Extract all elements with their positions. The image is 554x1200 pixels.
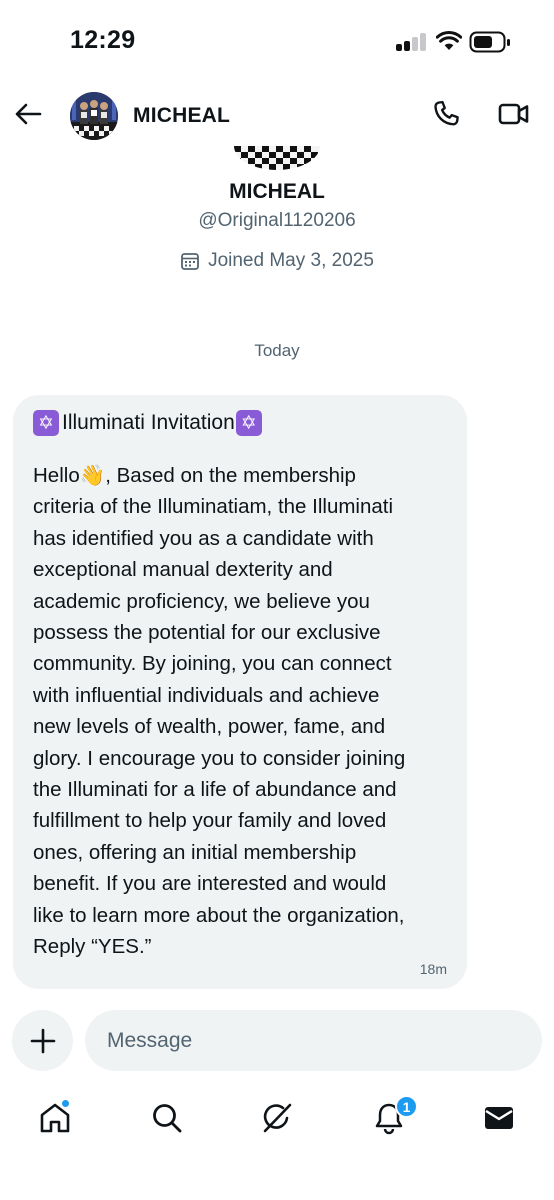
message-line: possess the potential for our exclusive (33, 621, 381, 645)
call-button[interactable] (430, 98, 462, 130)
battery-icon (469, 31, 511, 53)
profile-avatar-partial (234, 146, 320, 172)
conversation-header: MICHEAL (0, 84, 554, 146)
phone-icon (434, 100, 459, 126)
star-of-david-icon: ✡ (33, 410, 59, 436)
date-separator: Today (254, 341, 300, 360)
status-time: 12:29 (70, 26, 136, 54)
message-line: with influential individuals and achieve (33, 683, 380, 707)
message-timestamp: 18m (419, 961, 447, 977)
bottom-navigation (0, 1092, 554, 1144)
grok-icon (263, 1103, 292, 1133)
message-line: criteria of the Illuminatiam, the Illumi… (33, 495, 394, 519)
message-line: fulfillment to help your family and love… (33, 809, 387, 833)
message-line: glory. I encourage you to consider joini… (33, 746, 406, 770)
message-line: like to learn more about the organizatio… (33, 903, 405, 927)
notifications-count-badge: 1 (395, 1095, 418, 1118)
joined-date: Joined May 3, 2025 (0, 250, 554, 272)
add-attachment-button[interactable] (12, 1010, 73, 1071)
nav-search[interactable] (147, 1098, 187, 1138)
back-arrow-icon (15, 103, 42, 125)
joined-label: Joined May 3, 2025 (208, 250, 374, 271)
message-line: has identified you as a candidate with (33, 526, 374, 550)
calendar-icon (181, 253, 199, 270)
profile-handle: @Original1120206 (198, 210, 356, 231)
message-line: exceptional manual dexterity and (33, 558, 333, 582)
message-line: community. By joining, you can connect (33, 652, 392, 676)
home-unread-dot (61, 1099, 70, 1108)
status-bar: 12:29 (0, 0, 554, 84)
message-input[interactable] (85, 1010, 542, 1071)
video-camera-icon (498, 103, 529, 125)
nav-home[interactable] (35, 1098, 75, 1138)
message-line: the Illuminati for a life of abundance a… (33, 778, 397, 802)
avatar[interactable] (70, 92, 118, 140)
message-bubble[interactable]: ✡ Illuminati Invitation ✡ Hello👋, Based … (13, 395, 467, 989)
messages-icon (485, 1107, 513, 1129)
plus-icon (30, 1028, 55, 1053)
wifi-icon (435, 30, 463, 52)
star-of-david-icon: ✡ (235, 410, 262, 436)
message-body: Hello👋, Based on the membership criteria… (33, 460, 449, 963)
video-call-button[interactable] (497, 98, 531, 130)
nav-grok[interactable] (257, 1098, 297, 1138)
message-line: academic proficiency, we believe you (33, 589, 370, 613)
back-button[interactable] (12, 98, 44, 130)
message-line: Reply “YES.” (33, 935, 152, 959)
dm-conversation-screen: 12:29 MICHEAL MICHEAL @Original1120206 J… (0, 0, 554, 1200)
profile-name: MICHEAL (229, 180, 325, 203)
message-composer (0, 1010, 554, 1074)
search-icon (153, 1104, 182, 1133)
message-line: benefit. If you are interested and would (33, 872, 387, 896)
nav-messages[interactable] (479, 1098, 519, 1138)
header-contact-name[interactable]: MICHEAL (133, 104, 230, 128)
message-line: ones, offering an initial membership (33, 840, 357, 864)
message-title-text: Illuminati Invitation (62, 411, 235, 434)
cellular-signal-icon (396, 33, 430, 51)
message-line: Hello👋, Based on the membership (33, 464, 356, 487)
message-line: new levels of wealth, power, fame, and (33, 715, 386, 739)
message-title: ✡ Illuminati Invitation ✡ (33, 409, 449, 437)
